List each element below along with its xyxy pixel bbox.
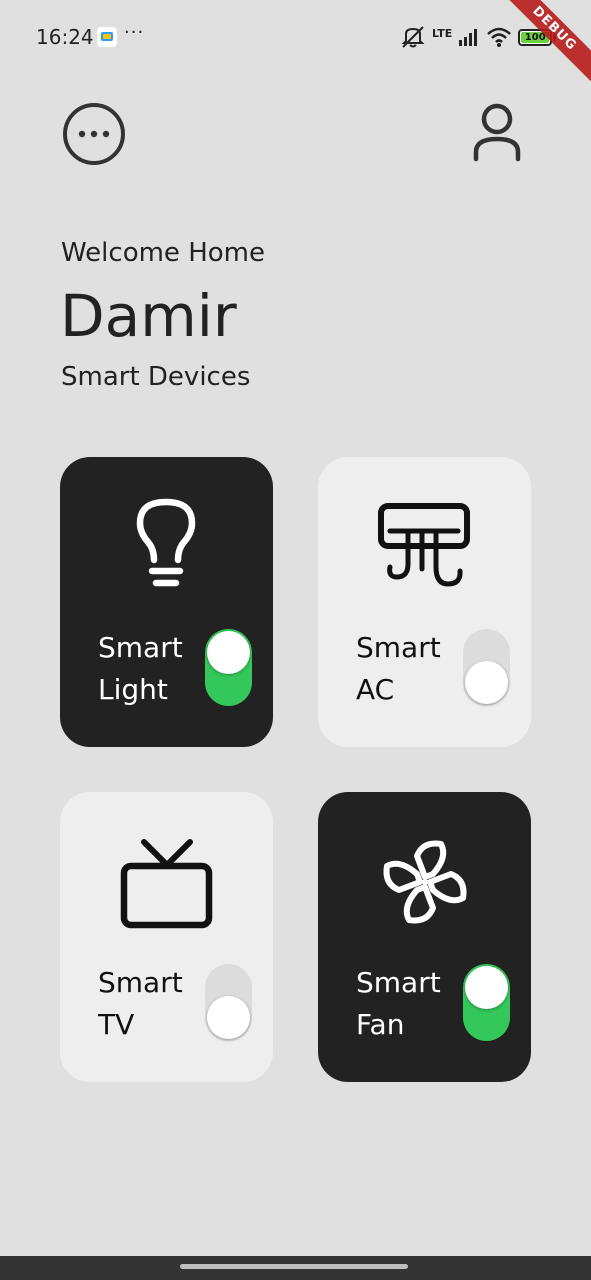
device-label: Smart TV bbox=[98, 966, 183, 1041]
lte-label: LTE bbox=[432, 26, 453, 40]
chat-app-icon bbox=[97, 27, 117, 47]
app-screen: 16:24 ··· LTE 100 DEBUG Welcome Home Dam… bbox=[0, 0, 591, 1280]
device-toggle[interactable] bbox=[463, 629, 510, 706]
more-horizontal-circle-icon bbox=[63, 103, 125, 165]
device-card-light[interactable]: Smart Light bbox=[60, 457, 273, 747]
device-toggle[interactable] bbox=[463, 964, 510, 1041]
device-toggle[interactable] bbox=[205, 629, 252, 706]
home-indicator[interactable] bbox=[180, 1264, 408, 1269]
fan-icon bbox=[383, 840, 467, 924]
user-name: Damir bbox=[60, 282, 237, 350]
profile-button[interactable] bbox=[470, 102, 526, 162]
status-more: ··· bbox=[124, 22, 145, 43]
welcome-text: Welcome Home bbox=[61, 238, 265, 268]
lightbulb-icon bbox=[136, 498, 196, 587]
device-card-ac[interactable]: Smart AC bbox=[318, 457, 531, 747]
status-time: 16:24 bbox=[36, 25, 94, 49]
device-label: Smart Fan bbox=[356, 966, 441, 1041]
status-icons: LTE 100 bbox=[400, 24, 557, 50]
tv-icon bbox=[120, 839, 213, 929]
navigation-bar bbox=[0, 1256, 591, 1280]
mute-icon bbox=[401, 26, 425, 48]
wifi-icon bbox=[487, 27, 512, 47]
device-card-fan[interactable]: Smart Fan bbox=[318, 792, 531, 1082]
status-bar: 16:24 ··· LTE 100 bbox=[0, 0, 591, 74]
air-conditioner-icon bbox=[378, 503, 470, 587]
person-icon bbox=[473, 103, 521, 162]
device-toggle[interactable] bbox=[205, 964, 252, 1041]
cellular-signal-icon bbox=[459, 29, 478, 46]
device-card-tv[interactable]: Smart TV bbox=[60, 792, 273, 1082]
section-title: Smart Devices bbox=[61, 362, 251, 392]
device-label: Smart AC bbox=[356, 631, 441, 706]
menu-button[interactable] bbox=[62, 102, 126, 166]
device-label: Smart Light bbox=[98, 631, 183, 706]
